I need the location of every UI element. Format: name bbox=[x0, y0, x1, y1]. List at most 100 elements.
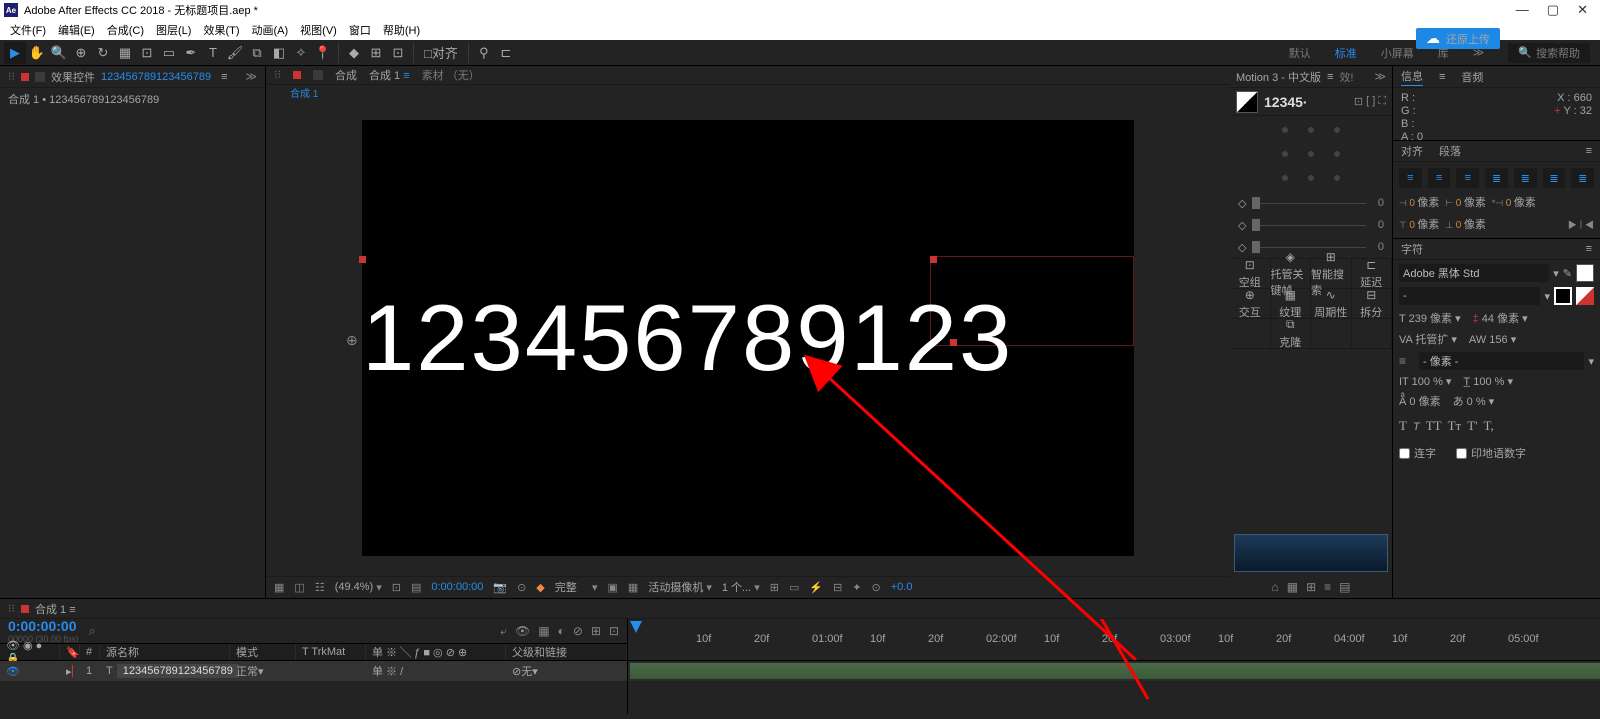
frame-blend-icon[interactable]: ◐ bbox=[558, 624, 565, 639]
pixel-aspect-icon[interactable]: ▭ bbox=[789, 581, 799, 594]
blend-mode-select[interactable]: 正常 bbox=[236, 663, 258, 679]
motion-period[interactable]: ∿周期性 bbox=[1311, 289, 1352, 319]
paragraph-tab[interactable]: 段落 bbox=[1439, 143, 1461, 159]
leading[interactable]: 44 bbox=[1482, 313, 1494, 325]
align-right-icon[interactable]: ≡ bbox=[1456, 168, 1479, 188]
timeline-tab[interactable]: 合成 1 ≡ bbox=[35, 601, 76, 617]
panel-collapse-icon[interactable]: ≫ bbox=[1374, 70, 1386, 83]
views-dropdown[interactable]: 1 个... ▾ bbox=[722, 579, 760, 595]
hscale[interactable]: 100 bbox=[1473, 376, 1491, 388]
composition-viewport[interactable]: ⊕ 123456789123 bbox=[362, 120, 1134, 556]
menu-effect[interactable]: 效果(T) bbox=[197, 20, 245, 40]
comp-tab-active[interactable]: 合成 1 ≡ bbox=[369, 67, 410, 83]
slider-1[interactable]: ◇0 bbox=[1230, 192, 1392, 214]
slider-2[interactable]: ◇0 bbox=[1230, 214, 1392, 236]
hindi-digits-checkbox[interactable]: 印地语数字 bbox=[1456, 445, 1526, 461]
time-ruler[interactable]: 10f20f01:00f10f20f02:00f10f20f03:00f10f2… bbox=[628, 619, 1600, 661]
panel-lock-icon[interactable] bbox=[35, 72, 45, 82]
justify-center-icon[interactable]: ≣ bbox=[1514, 168, 1537, 188]
layer-color-tag[interactable] bbox=[72, 665, 73, 677]
orbit-tool[interactable]: ⊕ bbox=[70, 42, 92, 64]
align-tab[interactable]: 对齐 bbox=[1401, 143, 1423, 159]
font-family-select[interactable]: Adobe 黑体 Std bbox=[1399, 264, 1549, 282]
character-tab[interactable]: 字符 bbox=[1401, 241, 1423, 257]
camera-tool[interactable]: ▦ bbox=[114, 42, 136, 64]
transparency-icon[interactable]: ▦ bbox=[628, 581, 638, 594]
zoom-dropdown[interactable]: (49.4%) ▾ bbox=[335, 581, 382, 594]
font-size[interactable]: 239 bbox=[1409, 313, 1427, 325]
motion-delay[interactable]: ⊏延迟 bbox=[1352, 259, 1393, 289]
stroke-option-select[interactable]: - 像素 - bbox=[1419, 352, 1584, 370]
workspace-default[interactable]: 默认 bbox=[1289, 45, 1311, 61]
no-stroke-swatch[interactable] bbox=[1576, 287, 1594, 305]
tsume[interactable]: 0 bbox=[1467, 396, 1473, 408]
resolution-dropdown[interactable]: 完整 ▾ bbox=[555, 579, 598, 595]
fill-color-swatch[interactable] bbox=[1576, 264, 1594, 282]
minimize-button[interactable]: — bbox=[1516, 2, 1529, 18]
motion-clone[interactable]: ⧉克隆 bbox=[1271, 319, 1312, 349]
grid-icon[interactable]: ▤ bbox=[411, 581, 421, 594]
vscale[interactable]: 100 bbox=[1412, 376, 1430, 388]
view-axis-icon[interactable]: ⊡ bbox=[387, 42, 409, 64]
stroke-swatch[interactable] bbox=[1554, 287, 1572, 305]
snap-checkbox[interactable]: □对齐 bbox=[418, 42, 464, 64]
text-style-buttons[interactable]: TTTTTтT'T, bbox=[1399, 414, 1594, 438]
timeline-layer-row[interactable]: 👁 ▸ 1 T123456789123456789 正常 ▾ 单 ※ / ⊘ 无… bbox=[0, 661, 627, 681]
slider-3[interactable]: ◇0 bbox=[1230, 236, 1392, 258]
show-snapshot-icon[interactable]: ⊙ bbox=[517, 581, 526, 594]
menu-layer[interactable]: 图层(L) bbox=[150, 20, 197, 40]
layer-handle[interactable] bbox=[359, 256, 366, 263]
roi-icon[interactable]: ▣ bbox=[608, 581, 618, 594]
type-tool[interactable]: T bbox=[202, 42, 224, 64]
menu-file[interactable]: 文件(F) bbox=[4, 20, 52, 40]
menu-help[interactable]: 帮助(H) bbox=[377, 20, 426, 40]
snapshot-icon[interactable]: 📷 bbox=[493, 581, 507, 594]
justify-left-icon[interactable]: ≣ bbox=[1485, 168, 1508, 188]
panel-menu-icon[interactable]: ≡ bbox=[221, 71, 227, 83]
footage-tab[interactable]: 素材 （无） bbox=[422, 67, 480, 83]
expand-icon[interactable]: ⛶ bbox=[1378, 95, 1386, 108]
brush-tool[interactable]: 🖌 bbox=[224, 42, 246, 64]
comp-subtab[interactable]: 合成 1 bbox=[290, 89, 318, 100]
motion-tab[interactable]: Motion 3 - 中文版 bbox=[1236, 69, 1321, 85]
depth-icon[interactable]: ⊞ bbox=[770, 581, 779, 594]
align-left-icon[interactable]: ≡ bbox=[1399, 168, 1422, 188]
menu-animation[interactable]: 动画(A) bbox=[246, 20, 295, 40]
exposure-value[interactable]: +0.0 bbox=[891, 581, 913, 593]
eyedropper-icon[interactable]: ✎ bbox=[1563, 267, 1572, 280]
current-timecode[interactable]: 0:00:00:00 bbox=[8, 618, 79, 634]
camera-dropdown[interactable]: 活动摄像机 ▾ bbox=[648, 579, 712, 595]
panel-grip-icon[interactable]: ⁝⁝ bbox=[274, 68, 281, 81]
anchor-grid[interactable] bbox=[1230, 116, 1392, 192]
menu-edit[interactable]: 编辑(E) bbox=[52, 20, 101, 40]
shape-tool[interactable]: ▭ bbox=[158, 42, 180, 64]
current-time[interactable]: 0:00:00:00 bbox=[431, 581, 483, 593]
timeline-search[interactable]: ⌕ bbox=[89, 623, 96, 639]
graph-icon[interactable]: ▤ bbox=[1339, 580, 1350, 594]
close-tab-icon[interactable] bbox=[21, 605, 29, 613]
ligature-checkbox[interactable]: 连字 bbox=[1399, 445, 1436, 461]
selection-tool[interactable]: ▶ bbox=[4, 42, 26, 64]
draft3d-icon[interactable]: ▦ bbox=[538, 624, 549, 639]
panel-grip-icon[interactable]: ⁝⁝ bbox=[8, 602, 15, 615]
fast-preview-icon[interactable]: ⚡ bbox=[809, 581, 823, 594]
close-panel-icon[interactable] bbox=[21, 73, 29, 81]
motion-split[interactable]: ⊟拆分 bbox=[1352, 289, 1393, 319]
home-icon[interactable]: ⌂ bbox=[1271, 580, 1278, 594]
snap-edge-icon[interactable]: ⊏ bbox=[495, 42, 517, 64]
frame-icon[interactable]: ⊡ bbox=[392, 581, 401, 594]
close-button[interactable]: ✕ bbox=[1577, 2, 1588, 18]
motion-keyframe[interactable]: ◈托管关键帧 bbox=[1271, 259, 1312, 289]
tracking[interactable]: 156 bbox=[1489, 334, 1507, 346]
pen-tool[interactable]: ✒ bbox=[180, 42, 202, 64]
comp-mini-flowchart-icon[interactable]: ⤶ bbox=[500, 624, 507, 639]
motion-texture[interactable]: ▦纹理 bbox=[1271, 289, 1312, 319]
flowchart-icon[interactable]: ✦ bbox=[852, 581, 861, 594]
timeline-icon[interactable]: ⊟ bbox=[833, 581, 842, 594]
motion-null[interactable]: ⊡空组 bbox=[1230, 259, 1271, 289]
workspace-small[interactable]: 小屏幕 bbox=[1381, 45, 1414, 61]
info-tab[interactable]: 信息 bbox=[1401, 68, 1423, 86]
puppet-tool[interactable]: 📍 bbox=[312, 42, 334, 64]
world-axis-icon[interactable]: ⊞ bbox=[365, 42, 387, 64]
effects-tab[interactable]: 效! bbox=[1339, 69, 1353, 85]
